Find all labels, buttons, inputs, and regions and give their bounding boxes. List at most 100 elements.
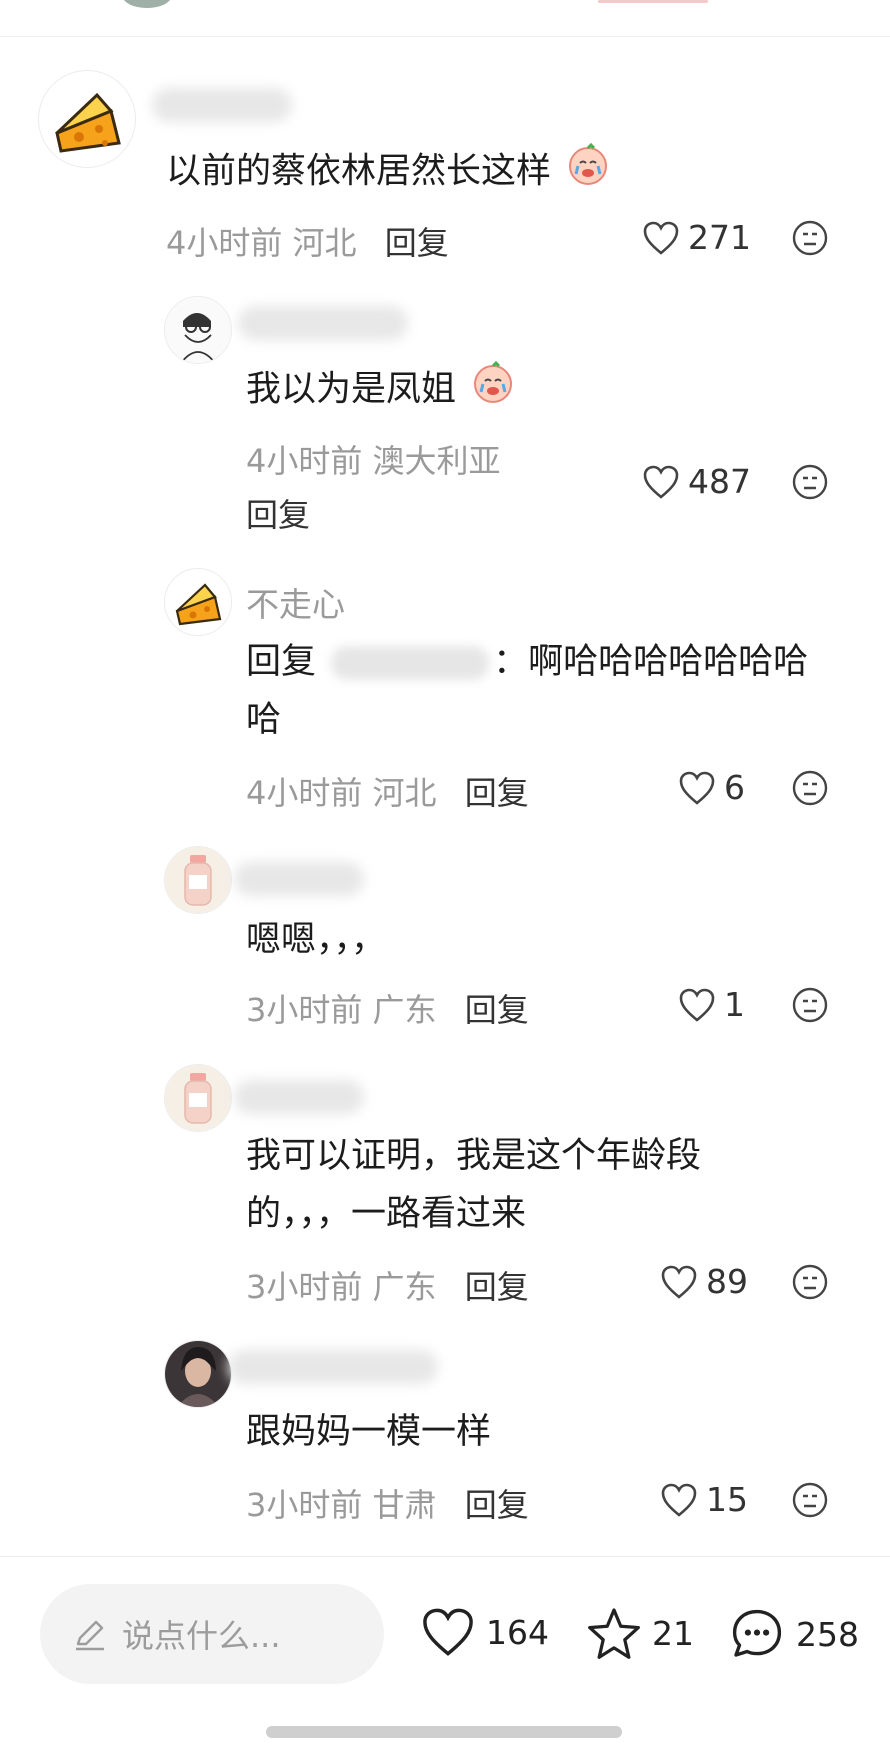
like-count: 6 bbox=[724, 768, 745, 807]
neutral-face-icon bbox=[792, 1482, 828, 1518]
previous-item-edge bbox=[598, 0, 708, 3]
comment-text: 我以为是凤姐 bbox=[246, 360, 515, 421]
heart-outline-icon bbox=[643, 221, 679, 255]
avatar[interactable] bbox=[164, 568, 232, 636]
neutral-face-icon bbox=[792, 987, 828, 1023]
like-count: 15 bbox=[706, 1480, 748, 1519]
comment-meta: 4小时前 澳大利亚 bbox=[246, 436, 501, 482]
reply-button[interactable]: 回复 bbox=[465, 1268, 529, 1306]
comment-time: 4小时前 bbox=[246, 442, 363, 480]
emoji-reaction-button[interactable] bbox=[792, 220, 828, 260]
cheese-avatar-icon bbox=[55, 92, 121, 153]
comment-meta: 3小时前 广东 回复 bbox=[246, 985, 529, 1031]
chat-bubble-icon bbox=[732, 1609, 782, 1657]
username-blurred[interactable] bbox=[228, 1350, 438, 1384]
neutral-face-icon bbox=[792, 1264, 828, 1300]
cheese-avatar-icon bbox=[175, 583, 222, 626]
post-comment-button[interactable]: 258 bbox=[728, 1606, 859, 1662]
post-like-button[interactable]: 164 bbox=[420, 1606, 549, 1658]
reply-button[interactable]: 回复 bbox=[465, 774, 529, 812]
heart-outline-icon bbox=[423, 1608, 473, 1656]
username-blurred[interactable] bbox=[152, 88, 292, 122]
neutral-face-icon bbox=[792, 464, 828, 500]
avatar[interactable] bbox=[164, 846, 232, 914]
milk-bottle-avatar-icon bbox=[165, 847, 231, 913]
comment-text: 跟妈妈一模一样 bbox=[246, 1412, 492, 1452]
heart-outline-icon bbox=[643, 465, 679, 499]
crying-emoji-icon bbox=[566, 142, 610, 203]
comment-time: 3小时前 bbox=[246, 1486, 363, 1524]
crying-emoji-icon bbox=[471, 360, 515, 421]
username[interactable]: 不走心 bbox=[246, 578, 345, 626]
pencil-icon bbox=[76, 1620, 104, 1651]
emoji-reaction-button[interactable] bbox=[792, 464, 828, 504]
post-favorite-button[interactable]: 21 bbox=[586, 1606, 694, 1660]
like-button[interactable]: 271 bbox=[642, 218, 751, 257]
home-indicator[interactable] bbox=[266, 1726, 622, 1738]
comment-text: 嗯嗯，，， bbox=[246, 920, 387, 960]
reply-button[interactable]: 回复 bbox=[465, 1486, 529, 1524]
like-button[interactable]: 6 bbox=[678, 768, 745, 807]
neutral-face-icon bbox=[792, 220, 828, 256]
comment-time: 4小时前 bbox=[166, 224, 283, 262]
username-blurred[interactable] bbox=[238, 306, 408, 340]
post-comment-count: 258 bbox=[796, 1614, 859, 1654]
post-favorite-count: 21 bbox=[652, 1613, 694, 1653]
like-button[interactable]: 89 bbox=[660, 1262, 748, 1301]
avatar[interactable] bbox=[164, 1340, 232, 1408]
comment-meta: 3小时前 广东 回复 bbox=[246, 1262, 529, 1308]
heart-outline-icon bbox=[661, 1483, 697, 1517]
comment-text: 以前的蔡依林居然长这样 bbox=[166, 142, 610, 203]
comment-input[interactable]: 说点什么... bbox=[40, 1584, 384, 1684]
like-button[interactable]: 487 bbox=[642, 462, 751, 501]
comments-page: 以前的蔡依林居然长这样 4小时前 河北 回复 271 我以为是凤姐 4小时前 澳… bbox=[0, 0, 890, 1748]
comment-location: 广东 bbox=[372, 991, 437, 1029]
reply-prefix: 回复 bbox=[246, 642, 317, 682]
emoji-reaction-button[interactable] bbox=[792, 770, 828, 810]
comment-time: 4小时前 bbox=[246, 774, 363, 812]
comment-input-placeholder: 说点什么... bbox=[122, 1617, 281, 1655]
emoji-reaction-button[interactable] bbox=[792, 1482, 828, 1522]
like-button[interactable]: 1 bbox=[678, 985, 745, 1024]
like-count: 487 bbox=[688, 462, 751, 501]
avatar[interactable] bbox=[164, 296, 232, 364]
top-strip bbox=[0, 0, 890, 37]
photo-avatar-icon bbox=[165, 1341, 231, 1407]
like-count: 89 bbox=[706, 1262, 748, 1301]
comment-text-line2: 哈 bbox=[246, 700, 282, 740]
reply-button[interactable]: 回复 bbox=[465, 991, 529, 1029]
comment-location: 河北 bbox=[372, 774, 437, 812]
avatar[interactable] bbox=[164, 1064, 232, 1132]
comment-body: 我以为是凤姐 bbox=[246, 369, 457, 410]
emoji-reaction-button[interactable] bbox=[792, 987, 828, 1027]
emoji-reaction-button[interactable] bbox=[792, 1264, 828, 1304]
comment-time: 3小时前 bbox=[246, 991, 363, 1029]
neutral-face-icon bbox=[792, 770, 828, 806]
previous-avatar bbox=[122, 0, 172, 8]
comment-meta: 4小时前 河北 回复 bbox=[166, 218, 449, 264]
username-blurred[interactable] bbox=[234, 1080, 364, 1114]
like-count: 271 bbox=[688, 218, 751, 257]
like-count: 1 bbox=[724, 985, 745, 1024]
comment-meta: 4小时前 河北 回复 bbox=[246, 768, 529, 814]
comment-body: 以前的蔡依林居然长这样 bbox=[166, 151, 552, 192]
sketch-person-avatar-icon bbox=[165, 297, 231, 363]
comment-time: 3小时前 bbox=[246, 1268, 363, 1306]
comment-location: 河北 bbox=[292, 224, 357, 262]
comment-body: ：啊哈哈哈哈哈哈哈 bbox=[493, 642, 809, 682]
reply-button[interactable]: 回复 bbox=[385, 224, 449, 262]
reply-button[interactable]: 回复 bbox=[246, 490, 310, 536]
comment-text: 回复 ：啊哈哈哈哈哈哈哈 bbox=[246, 634, 808, 690]
star-outline-icon bbox=[588, 1608, 640, 1659]
comment-meta: 3小时前 甘肃 回复 bbox=[246, 1480, 529, 1526]
comment-location: 甘肃 bbox=[372, 1486, 437, 1524]
heart-outline-icon bbox=[661, 1265, 697, 1299]
mentioned-username-blurred[interactable] bbox=[331, 646, 490, 680]
avatar[interactable] bbox=[38, 70, 136, 168]
username-blurred[interactable] bbox=[234, 862, 364, 896]
heart-outline-icon bbox=[679, 771, 715, 805]
like-button[interactable]: 15 bbox=[660, 1480, 748, 1519]
comment-location: 广东 bbox=[372, 1268, 437, 1306]
comment-text-line2: 的，，，一路看过来 bbox=[246, 1194, 527, 1234]
heart-outline-icon bbox=[679, 988, 715, 1022]
